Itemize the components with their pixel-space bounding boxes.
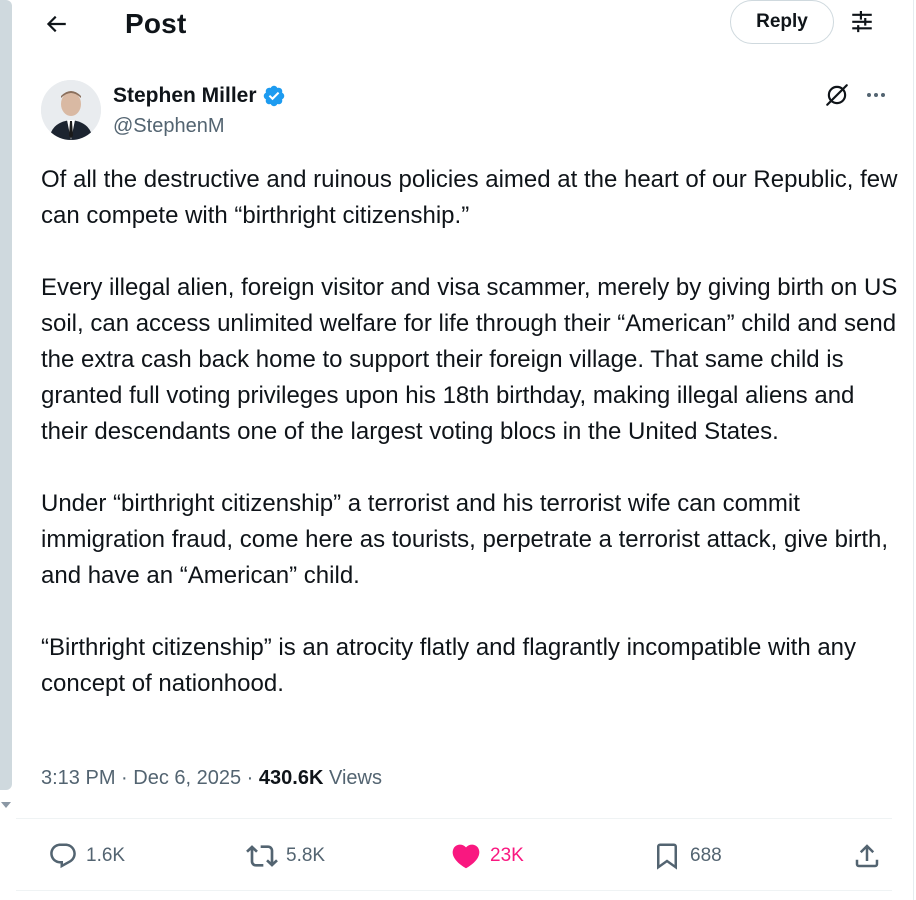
post-date[interactable]: Dec 6, 2025 xyxy=(133,767,241,789)
post-time[interactable]: 3:13 PM xyxy=(41,767,115,789)
views-label: Views xyxy=(328,767,382,789)
more-horizontal-icon xyxy=(864,83,888,107)
like-count: 23K xyxy=(490,845,524,866)
heart-filled-icon xyxy=(450,840,482,872)
meta-separator: · xyxy=(115,767,134,789)
page-title: Post xyxy=(125,8,187,39)
grok-button[interactable] xyxy=(822,80,852,110)
scrollbar[interactable] xyxy=(0,0,12,790)
bookmark-action-button[interactable]: 688 xyxy=(652,838,722,874)
share-icon xyxy=(852,841,882,871)
comment-icon xyxy=(48,841,78,871)
post-paragraph: Under “birthright citizenship” a terrori… xyxy=(41,490,889,589)
reply-action-button[interactable]: 1.6K xyxy=(48,838,125,874)
post-metadata: 3:13 PM · Dec 6, 2025 · 430.6K Views xyxy=(41,764,382,792)
post-page: Post Reply Stephen Miller @StephenM Of a… xyxy=(0,0,916,900)
post-paragraph: Of all the destructive and ruinous polic… xyxy=(41,166,898,229)
repost-count: 5.8K xyxy=(286,845,326,866)
post-text: Of all the destructive and ruinous polic… xyxy=(41,162,901,702)
repost-icon xyxy=(246,840,278,872)
bookmark-count: 688 xyxy=(690,845,722,866)
post-column: Post Reply Stephen Miller @StephenM Of a… xyxy=(16,0,897,900)
column-divider xyxy=(913,0,914,900)
bookmark-icon xyxy=(652,841,682,871)
filter-button[interactable] xyxy=(846,8,878,40)
sliders-icon xyxy=(849,11,875,37)
author-handle[interactable]: @StephenM xyxy=(113,113,224,139)
repost-action-button[interactable]: 5.8K xyxy=(246,838,325,874)
views-count: 430.6K xyxy=(258,767,324,789)
back-button[interactable] xyxy=(38,6,74,42)
post-paragraph: Every illegal alien, foreign visitor and… xyxy=(41,274,898,445)
author-name[interactable]: Stephen Miller xyxy=(113,82,257,110)
more-options-button[interactable] xyxy=(861,80,891,110)
divider xyxy=(16,890,892,891)
share-action-button[interactable] xyxy=(852,838,882,874)
divider xyxy=(16,818,892,819)
meta-separator: · xyxy=(241,767,259,789)
arrow-left-icon xyxy=(43,11,69,37)
verified-badge-icon[interactable] xyxy=(262,84,286,108)
reply-count: 1.6K xyxy=(86,845,126,866)
page-header: Post Reply xyxy=(16,0,896,48)
scroll-down-arrow-icon[interactable] xyxy=(1,802,11,808)
like-action-button[interactable]: 23K xyxy=(450,838,524,874)
post-paragraph: “Birthright citizenship” is an atrocity … xyxy=(41,634,857,697)
grok-icon xyxy=(824,82,850,108)
author-name-row: Stephen Miller xyxy=(113,82,286,110)
reply-button[interactable]: Reply xyxy=(730,0,834,44)
avatar[interactable] xyxy=(41,80,101,140)
